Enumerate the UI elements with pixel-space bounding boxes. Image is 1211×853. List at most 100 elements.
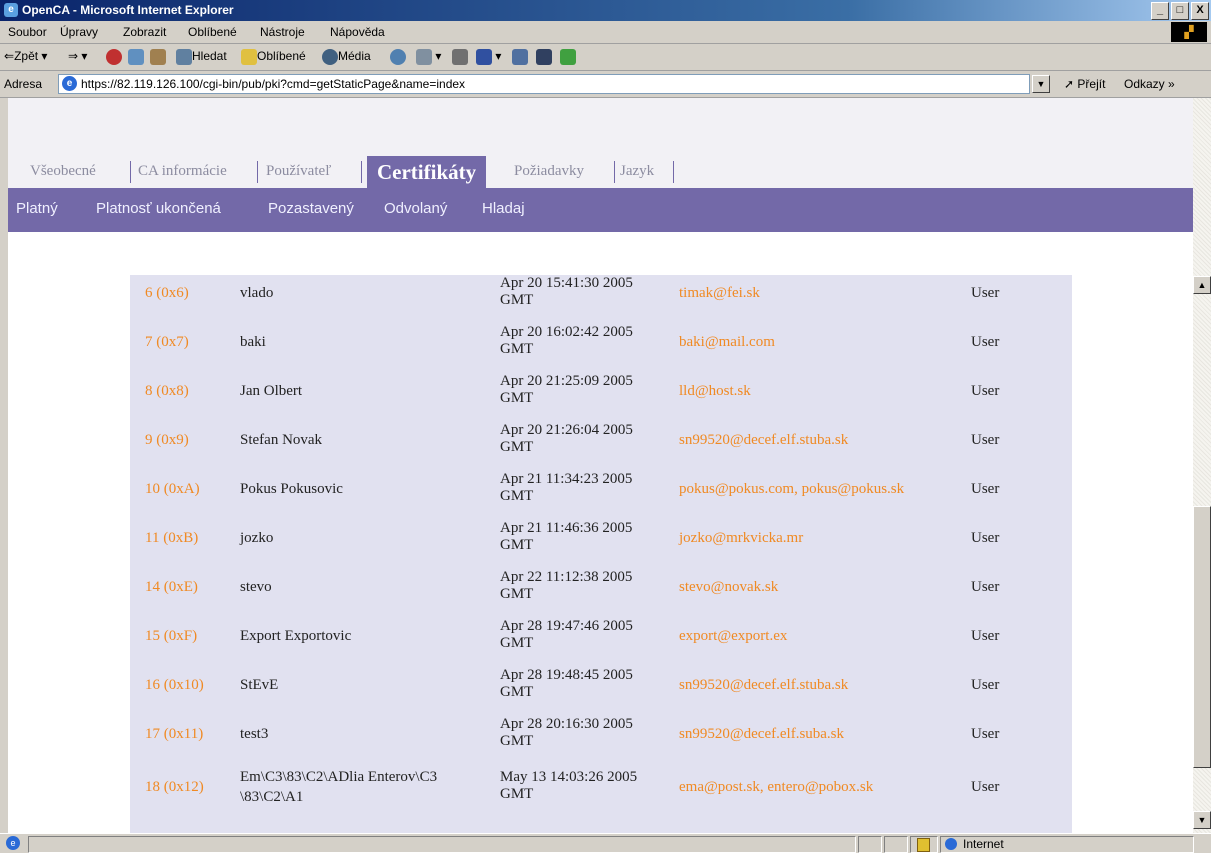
stop-icon[interactable] [106, 49, 122, 65]
table-row: 6 (0x6) vlado Apr 20 15:41:30 2005 GMT ti… [130, 275, 1072, 324]
messenger-icon[interactable] [536, 49, 552, 65]
tab-user[interactable]: Používateľ [266, 163, 331, 180]
cert-date: Apr 20 21:25:09 2005 GMT [500, 373, 633, 406]
cert-date: Apr 22 11:12:38 2005 GMT [500, 569, 633, 602]
home-icon[interactable] [150, 49, 166, 65]
refresh-icon[interactable] [128, 49, 144, 65]
scroll-down-icon[interactable]: ▼ [1193, 811, 1211, 829]
table-row: 15 (0xF) Export Exportovic Apr 28 19:47:… [130, 618, 1072, 667]
tab-general[interactable]: Všeobecné [30, 163, 96, 180]
discuss-icon[interactable] [512, 49, 528, 65]
cert-role: User [971, 779, 1000, 795]
cert-date: May 13 14:03:26 2005 GMT [500, 769, 638, 802]
links-button[interactable]: Odkazy » [1124, 77, 1175, 91]
email-link[interactable]: lld@host.sk [679, 383, 751, 400]
tab-language[interactable]: Jazyk [620, 163, 654, 180]
email-link[interactable]: sn99520@decef.elf.suba.sk [679, 726, 844, 743]
table-row: 16 (0x10) StEvE Apr 28 19:48:45 2005 GMT … [130, 667, 1072, 716]
search-icon [176, 49, 192, 65]
scrollbar-thumb[interactable] [1193, 506, 1211, 768]
status-cell [884, 836, 908, 853]
email-link[interactable]: sn99520@decef.elf.stuba.sk [679, 677, 848, 694]
cert-date: Apr 28 20:16:30 2005 GMT [500, 716, 633, 749]
subnav-search[interactable]: Hladaj [482, 200, 525, 217]
menu-edit[interactable]: Úpravy [60, 25, 98, 39]
forward-button[interactable]: ⇒ ▾ [68, 49, 87, 63]
search-button[interactable]: Hledat [176, 49, 227, 65]
subnav-suspended[interactable]: Pozastavený [268, 200, 354, 217]
serial-link[interactable]: 14 (0xE) [145, 579, 198, 596]
cert-name: StEvE [240, 677, 279, 693]
serial-link[interactable]: 9 (0x9) [145, 432, 189, 449]
cert-name: Stefan Novak [240, 432, 323, 448]
cert-role: User [971, 530, 1000, 546]
word-icon[interactable]: ▾ [476, 49, 501, 65]
media-button[interactable]: Média [322, 49, 371, 65]
cert-date: Apr 20 16:02:42 2005 GMT [500, 324, 633, 357]
subnav-expired[interactable]: Platnosť ukončená [96, 200, 221, 217]
serial-link[interactable]: 17 (0x11) [145, 726, 203, 743]
globe-icon [945, 838, 957, 850]
menu-file[interactable]: Soubor [8, 25, 47, 39]
serial-link[interactable]: 11 (0xB) [145, 530, 198, 547]
lock-icon-cell [910, 836, 938, 853]
cert-date: Apr 28 19:48:45 2005 GMT [500, 667, 633, 700]
go-button[interactable]: ➚ Přejít [1064, 77, 1105, 91]
window-title: OpenCA - Microsoft Internet Explorer [22, 3, 234, 17]
extra-tool-icon[interactable] [560, 49, 576, 65]
tab-separator [130, 161, 131, 183]
serial-link[interactable]: 18 (0x12) [145, 779, 204, 796]
vertical-scrollbar[interactable]: ▲ ▼ [1193, 98, 1211, 833]
history-icon[interactable] [390, 49, 406, 65]
page-icon: e [62, 76, 77, 91]
cert-role: User [971, 285, 1000, 301]
tab-separator [361, 161, 362, 183]
maximize-button[interactable]: □ [1171, 2, 1189, 20]
print-icon[interactable] [452, 49, 468, 65]
email-link[interactable]: ema@post.sk, entero@pobox.sk [679, 779, 873, 796]
subnav-valid[interactable]: Platný [16, 200, 58, 217]
email-link[interactable]: sn99520@decef.elf.stuba.sk [679, 432, 848, 449]
menu-view[interactable]: Zobrazit [123, 25, 166, 39]
tab-requests[interactable]: Požiadavky [514, 163, 584, 180]
address-dropdown-icon[interactable]: ▼ [1032, 75, 1050, 93]
page-viewport: Všeobecné CA informácie Používateľ Certi… [0, 98, 1211, 833]
table-row: 8 (0x8) Jan Olbert Apr 20 21:25:09 2005 G… [130, 373, 1072, 422]
cert-date: Apr 21 11:46:36 2005 GMT [500, 520, 633, 553]
serial-link[interactable]: 8 (0x8) [145, 383, 189, 400]
back-button[interactable]: ⇐Zpět ▾ [4, 49, 47, 63]
cert-role: User [971, 383, 1000, 399]
email-link[interactable]: pokus@pokus.com, pokus@pokus.sk [679, 481, 904, 498]
email-link[interactable]: stevo@novak.sk [679, 579, 778, 596]
menu-tools[interactable]: Nástroje [260, 25, 305, 39]
cert-date: Apr 20 15:41:30 2005 GMT [500, 275, 633, 308]
subnav-revoked[interactable]: Odvolaný [384, 200, 447, 217]
menu-help[interactable]: Nápověda [330, 25, 385, 39]
serial-link[interactable]: 15 (0xF) [145, 628, 197, 645]
email-link[interactable]: export@export.ex [679, 628, 787, 645]
cert-role: User [971, 628, 1000, 644]
tab-ca-info[interactable]: CA informácie [138, 163, 227, 180]
email-link[interactable]: baki@mail.com [679, 334, 775, 351]
close-button[interactable]: X [1191, 2, 1209, 20]
status-bar: e Internet [0, 833, 1211, 853]
cert-name: jozko [240, 530, 274, 546]
tab-certificates[interactable]: Certifikáty [367, 156, 487, 191]
serial-link[interactable]: 7 (0x7) [145, 334, 189, 351]
minimize-button[interactable]: _ [1151, 2, 1169, 20]
cert-role: User [971, 432, 1000, 448]
zone-cell: Internet [940, 836, 1194, 853]
mail-icon[interactable]: ▾ [416, 49, 441, 65]
cert-role: User [971, 579, 1000, 595]
menu-favorites[interactable]: Oblíbené [188, 25, 237, 39]
serial-link[interactable]: 10 (0xA) [145, 481, 200, 498]
scroll-up-icon[interactable]: ▲ [1193, 276, 1211, 294]
address-input[interactable]: e https://82.119.126.100/cgi-bin/pub/pki… [58, 74, 1030, 94]
favorites-button[interactable]: Oblíbené [241, 49, 306, 65]
table-row: 9 (0x9) Stefan Novak Apr 20 21:26:04 200… [130, 422, 1072, 471]
serial-link[interactable]: 6 (0x6) [145, 285, 189, 302]
email-link[interactable]: jozko@mrkvicka.mr [679, 530, 803, 547]
lock-icon [917, 838, 930, 852]
email-link[interactable]: timak@fei.sk [679, 285, 760, 302]
serial-link[interactable]: 16 (0x10) [145, 677, 204, 694]
